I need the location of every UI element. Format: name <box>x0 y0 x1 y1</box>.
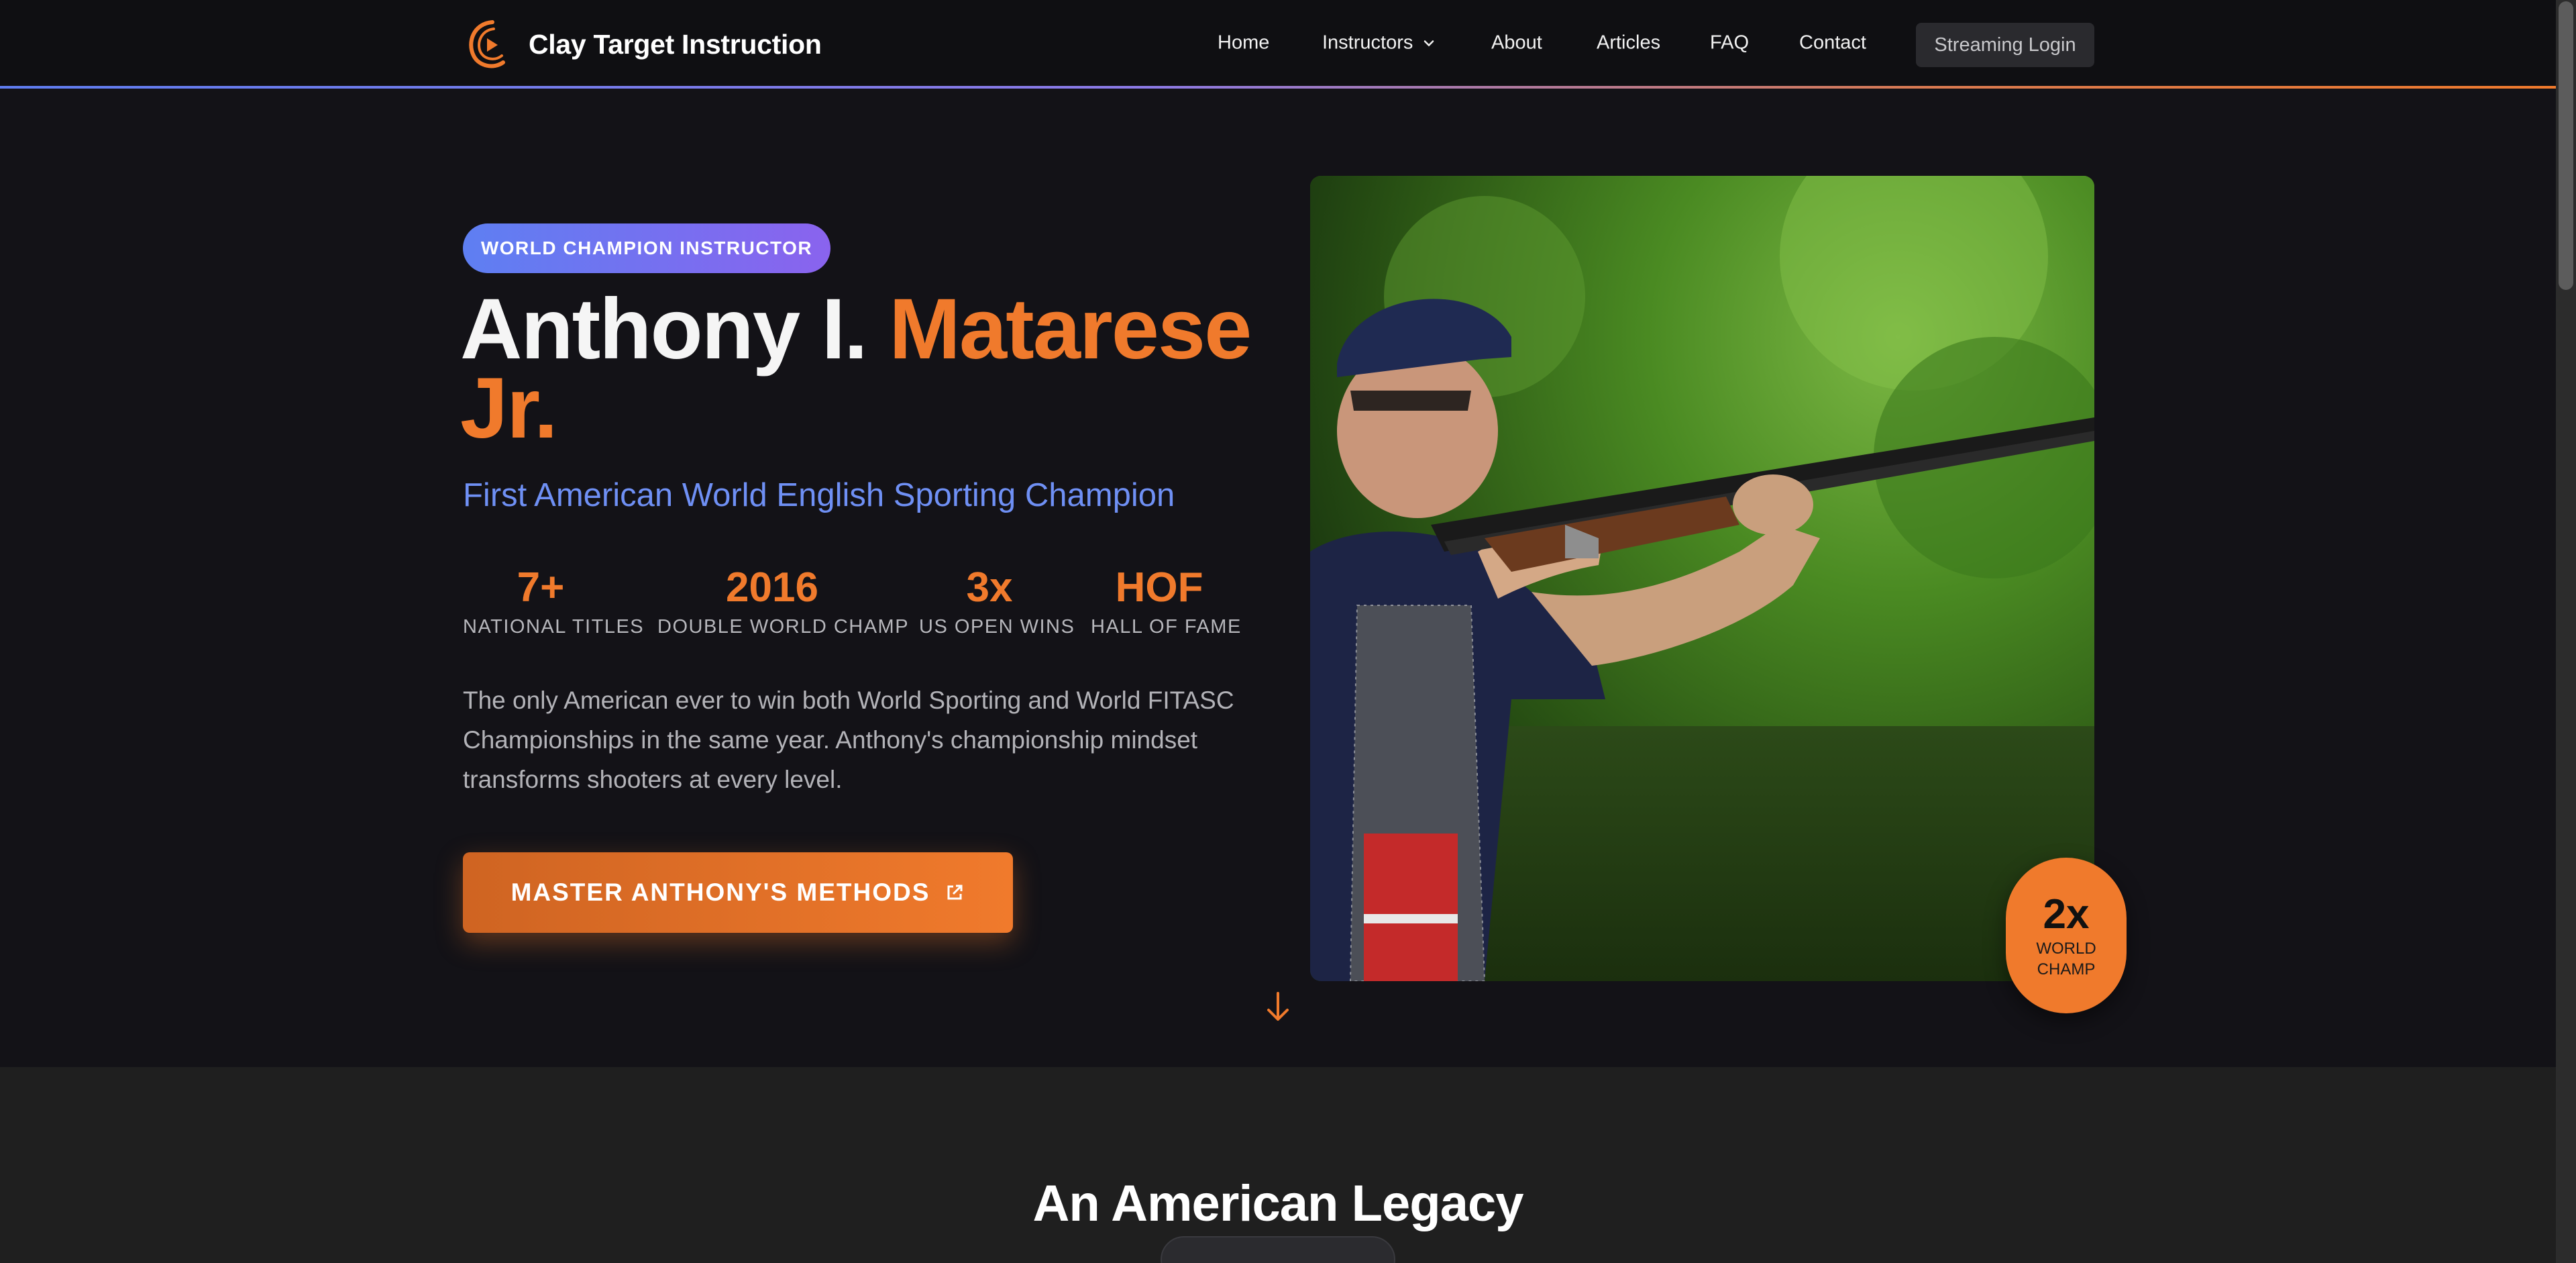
stat-label: DOUBLE WORLD CHAMP <box>657 616 910 638</box>
arrow-down-icon[interactable] <box>1265 992 1291 1021</box>
stat-national-titles: 7+ NATIONAL TITLES <box>463 562 645 638</box>
nav-articles[interactable]: Articles <box>1597 32 1660 54</box>
champ-badge-count: 2x <box>2043 891 2090 938</box>
champ-badge-line2: CHAMP <box>2037 960 2096 978</box>
nav-instructors-label: Instructors <box>1322 32 1413 54</box>
hero-description: The only American ever to win both World… <box>463 687 1234 793</box>
chevron-down-icon <box>1424 40 1434 47</box>
stat-value: HOF <box>1115 564 1203 611</box>
instructor-photo <box>1310 176 2094 981</box>
stat-value: 3x <box>966 564 1013 611</box>
stat-double-world-champ: 2016 DOUBLE WORLD CHAMP <box>657 562 910 638</box>
stat-label: US OPEN WINS <box>919 616 1075 638</box>
icon-strip <box>1161 1236 1395 1263</box>
world-champ-badge: 2x WORLD CHAMP <box>2006 858 2127 1013</box>
nav-instructors[interactable]: Instructors <box>1322 32 1436 54</box>
stat-value: 7+ <box>517 564 565 611</box>
scrollbar-thumb[interactable] <box>2559 1 2573 290</box>
stat-hall-of-fame: HOF HALL OF FAME <box>1091 562 1242 638</box>
page-scrollbar[interactable] <box>2556 0 2576 1263</box>
stat-value: 2016 <box>726 564 818 611</box>
external-link-icon <box>947 885 963 900</box>
nav-contact[interactable]: Contact <box>1799 32 1866 54</box>
tagline: First American World English Sporting Ch… <box>463 477 1175 513</box>
legacy-title: An American Legacy <box>1032 1175 1523 1232</box>
master-methods-button[interactable]: MASTER ANTHONY'S METHODS <box>463 852 1013 933</box>
stat-us-open-wins: 3x US OPEN WINS <box>919 562 1075 638</box>
hero-section <box>0 89 2556 1067</box>
streaming-login-button[interactable]: Streaming Login <box>1916 23 2094 67</box>
stat-label: HALL OF FAME <box>1091 616 1242 638</box>
instructor-name: Anthony I. Matarese Jr. <box>460 287 1265 452</box>
main-nav: Home Instructors About Articles FAQ Cont… <box>0 21 2556 64</box>
site-header: Clay Target Instruction Home Instructors… <box>0 0 2556 86</box>
nav-about[interactable]: About <box>1491 32 1542 54</box>
nav-faq[interactable]: FAQ <box>1710 32 1749 54</box>
champ-badge-line1: WORLD <box>2036 940 2096 958</box>
champion-badge: WORLD CHAMPION INSTRUCTOR <box>463 223 830 273</box>
legacy-section: An American Legacy <box>0 1067 2556 1263</box>
stat-label: NATIONAL TITLES <box>463 616 645 638</box>
nav-home[interactable]: Home <box>1218 32 1269 54</box>
shooter-illustration <box>1310 176 2094 981</box>
cta-label: MASTER ANTHONY'S METHODS <box>511 878 930 906</box>
